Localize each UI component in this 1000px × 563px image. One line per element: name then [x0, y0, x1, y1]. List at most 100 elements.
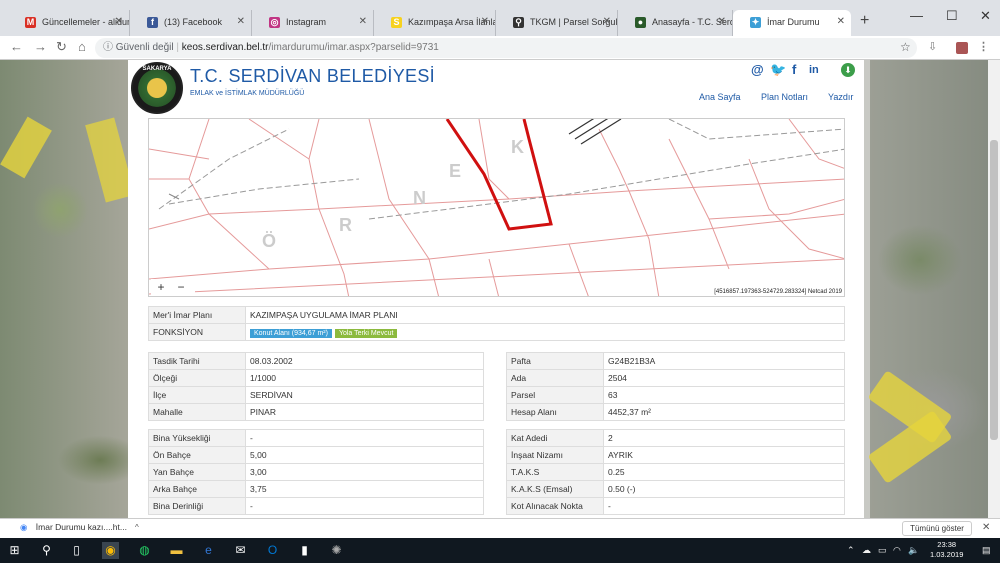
tab-0[interactable]: M Güncellemeler - alidun ✕ [8, 10, 130, 36]
zoom-control: + − [151, 279, 195, 295]
field-value: 3,00 [245, 463, 484, 481]
table-row: K.A.K.S (Emsal) 0.50 (-) [506, 480, 845, 498]
whatsapp-icon[interactable]: ◍ [136, 542, 153, 559]
table-row: Kot Alınacak Nokta - [506, 497, 845, 515]
minimize-button[interactable]: — [910, 8, 923, 23]
windows-start-icon[interactable]: ⊞ [6, 542, 23, 559]
map-canvas[interactable]: Ö R N E K [149, 119, 845, 297]
municipality-logo[interactable]: SAKARYA [131, 62, 183, 114]
forward-icon[interactable]: → [34, 39, 47, 54]
table-row: Arka Bahçe 3,75 [148, 480, 484, 498]
zoom-out-button[interactable]: − [171, 279, 191, 295]
maximize-button[interactable]: ☐ [946, 8, 958, 24]
url-path: /imardurumu/imar.aspx?parselid=9731 [268, 42, 439, 53]
linkedin-icon[interactable]: in [809, 64, 819, 76]
field-value: - [245, 429, 484, 447]
field-label: Hesap Alanı [506, 403, 604, 421]
field-label: Bina Yüksekliği [148, 429, 246, 447]
field-value: 2504 [603, 369, 845, 387]
field-value: 4452,37 m² [603, 403, 845, 421]
field-value: 1/1000 [245, 369, 484, 387]
parcel-map[interactable]: Ö R N E K + − [4516857.197363-524729.2833… [148, 118, 845, 297]
scrollbar-thumb[interactable] [990, 140, 998, 440]
download-menu-icon[interactable]: ^ [135, 523, 139, 532]
tab-close-icon[interactable]: ✕ [237, 10, 245, 34]
tab-1[interactable]: f (13) Facebook ✕ [130, 10, 252, 36]
windows-taskbar: ⊞ ⚲ ▯ ◉ ◍ ▬ e ✉ O ▮ ✺ ⌃ ☁ ▭ ◠ 🔈 23:38 1.… [0, 538, 1000, 563]
close-window-button[interactable]: ✕ [980, 8, 991, 24]
table-row: T.A.K.S 0.25 [506, 463, 845, 481]
notifications-icon[interactable]: ▤ [982, 545, 991, 556]
security-label: Güvenli değil [115, 42, 174, 53]
plan-value: KAZIMPAŞA UYGULAMA İMAR PLANI [245, 306, 845, 324]
outlook-icon[interactable]: O [264, 542, 281, 559]
table-row: Mer'i İmar Planı KAZIMPAŞA UYGULAMA İMAR… [148, 306, 845, 324]
tab-6[interactable]: ✦ İmar Durumu ✕ [733, 10, 851, 36]
plan-label: Mer'i İmar Planı [148, 306, 246, 324]
file-explorer-icon[interactable]: ▬ [168, 542, 185, 559]
search-icon[interactable]: ⚲ [38, 542, 55, 559]
close-shelf-icon[interactable]: ✕ [982, 522, 990, 533]
app-icon[interactable]: ✺ [328, 542, 345, 559]
nav-yazdir[interactable]: Yazdır [828, 92, 853, 102]
gmail-icon: M [25, 17, 36, 28]
zoom-in-button[interactable]: + [151, 279, 171, 295]
menu-icon[interactable]: ⋮ [978, 40, 989, 53]
site-title[interactable]: T.C. SERDİVAN BELEDİYESİ [190, 66, 435, 87]
tab-close-icon[interactable]: ✕ [359, 10, 367, 34]
tab-title: Instagram [286, 17, 327, 27]
map-letter: K [511, 137, 524, 157]
tray-up-icon[interactable]: ⌃ [847, 545, 855, 556]
back-icon[interactable]: ← [10, 39, 23, 54]
tab-close-icon[interactable]: ✕ [481, 10, 489, 34]
profile-avatar[interactable] [956, 42, 968, 54]
nav-ana-sayfa[interactable]: Ana Sayfa [699, 92, 741, 102]
task-view-icon[interactable]: ▯ [68, 542, 85, 559]
tab-title: (13) Facebook [164, 17, 223, 27]
chrome-file-icon: ◉ [20, 522, 28, 532]
info-icon[interactable]: ⓘ [103, 42, 113, 53]
tab-strip: M Güncellemeler - alidun ✕ f (13) Facebook ✕ ◎… [0, 0, 1000, 36]
field-value: 0.25 [603, 463, 845, 481]
tab-2[interactable]: ◎ Instagram ✕ [252, 10, 374, 36]
bookmark-star-icon[interactable]: ☆ [900, 40, 911, 54]
cloud-icon[interactable]: ☁ [862, 545, 871, 556]
document-icon[interactable]: ▮ [296, 542, 313, 559]
nav-plan-notlari[interactable]: Plan Notları [761, 92, 808, 102]
field-value: SERDİVAN [245, 386, 484, 404]
tab-5[interactable]: ● Anasayfa - T.C. Serdiv ✕ [618, 10, 733, 36]
battery-icon[interactable]: ▭ [878, 545, 887, 556]
download-item[interactable]: ◉ İmar Durumu kazı....ht... [20, 522, 127, 533]
home-icon[interactable]: ⌂ [78, 39, 86, 54]
tab-close-icon[interactable]: ✕ [115, 10, 123, 34]
show-all-downloads-button[interactable]: Tümünü göster [902, 521, 972, 536]
extension-icon[interactable]: ⇩ [928, 40, 937, 53]
address-bar[interactable]: ⓘ Güvenli değil | keos.serdivan.bel.tr/i… [95, 38, 917, 58]
tab-3[interactable]: S Kazımpaşa Arsa İlanları ✕ [374, 10, 496, 36]
mail-icon[interactable]: ✉ [232, 542, 249, 559]
new-tab-button[interactable]: + [860, 12, 869, 30]
chrome-icon[interactable]: ◉ [102, 542, 119, 559]
tab-close-icon[interactable]: ✕ [837, 10, 845, 34]
volume-icon[interactable]: 🔈 [908, 545, 919, 556]
tab-close-icon[interactable]: ✕ [718, 10, 726, 34]
field-label: Bina Derinliği [148, 497, 246, 515]
twitter-icon[interactable]: 🐦 [770, 62, 786, 78]
email-icon[interactable]: @ [751, 62, 764, 77]
imar-icon: ✦ [750, 17, 761, 28]
function-badge: Konut Alanı (934,67 m²) [250, 328, 332, 338]
tab-close-icon[interactable]: ✕ [603, 10, 611, 34]
table-row: Bina Derinliği - [148, 497, 484, 515]
table-row: Tasdik Tarihi 08.03.2002 [148, 352, 484, 370]
reload-icon[interactable]: ↻ [56, 39, 67, 55]
instagram-icon: ◎ [269, 17, 280, 28]
system-clock[interactable]: 23:38 1.03.2019 [930, 540, 963, 560]
facebook-icon[interactable]: f [792, 62, 796, 77]
edge-icon[interactable]: e [200, 542, 217, 559]
table-row: Mahalle PINAR [148, 403, 484, 421]
tab-4[interactable]: ⚲ TKGM | Parsel Sorgula ✕ [496, 10, 618, 36]
download-icon[interactable]: ⬇ [841, 63, 855, 77]
wifi-icon[interactable]: ◠ [893, 545, 901, 556]
info-table-left-1: Tasdik Tarihi 08.03.2002 Ölçeği 1/1000 İlçe S… [148, 352, 484, 421]
logo-emblem [147, 78, 167, 98]
